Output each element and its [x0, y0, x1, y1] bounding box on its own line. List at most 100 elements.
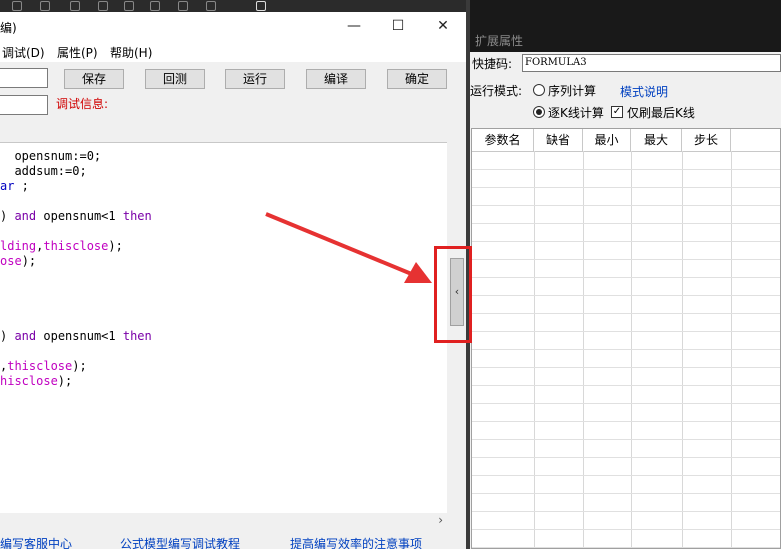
toolbar-icon[interactable]	[256, 1, 266, 11]
grid-column-line	[682, 151, 683, 548]
bar-calc-radio[interactable]	[533, 106, 545, 118]
grid-row-line	[472, 547, 780, 548]
grid-row-line	[472, 529, 780, 530]
grid-row-line	[472, 367, 780, 368]
code-token: then	[122, 209, 152, 223]
last-bar-only-label: 仅刷最后K线	[627, 106, 695, 120]
save-button[interactable]: 保存	[64, 69, 124, 89]
last-bar-only-checkbox[interactable]: ✓	[611, 106, 623, 118]
grid-row-line	[472, 259, 780, 260]
service-center-link[interactable]: 编写客服中心	[0, 537, 72, 549]
toolbar-icon[interactable]	[98, 1, 108, 11]
grid-header: 参数名 缺省 最小 最大 步长	[472, 129, 780, 152]
grid-column-line	[631, 151, 632, 548]
toolbar-icon[interactable]	[178, 1, 188, 11]
window-title: 编)	[0, 21, 17, 35]
code-line: ose);	[0, 254, 36, 268]
toolbar-icon[interactable]	[124, 1, 134, 11]
code-token: )	[0, 329, 15, 343]
confirm-button[interactable]: 确定	[387, 69, 447, 89]
tutorial-link[interactable]: 公式模型编写调试教程	[120, 537, 240, 549]
help-links: 编写客服中心 公式模型编写调试教程 提高编写效率的注意事项	[0, 537, 466, 549]
compile-button[interactable]: 编译	[306, 69, 366, 89]
code-token: ;	[14, 179, 29, 193]
grid-row-line	[472, 223, 780, 224]
maximize-icon[interactable]: ☐	[384, 16, 412, 36]
code-token: );	[57, 374, 73, 388]
header-min: 最小	[583, 129, 631, 151]
code-line: hisclose);	[0, 374, 72, 388]
code-token: opensnum:=0;	[0, 149, 102, 163]
grid-row-line	[472, 385, 780, 386]
code-line: ar ;	[0, 179, 29, 193]
code-token: lding	[0, 239, 37, 253]
code-line: ,thisclose);	[0, 359, 87, 373]
code-token: opensnum<1	[36, 329, 123, 343]
toolbar-icon[interactable]	[40, 1, 50, 11]
parameter-grid[interactable]: 参数名 缺省 最小 最大 步长	[471, 128, 781, 549]
backtest-button[interactable]: 回测	[145, 69, 205, 89]
code-token: thisclose	[7, 359, 73, 373]
run-mode-label: 运行模式:	[470, 84, 523, 98]
description-input[interactable]	[0, 95, 48, 115]
toolbar-icon[interactable]	[70, 1, 80, 11]
run-button[interactable]: 运行	[225, 69, 285, 89]
grid-row-line	[472, 349, 780, 350]
minimize-icon[interactable]: —	[340, 16, 368, 36]
toolbar-icon[interactable]	[12, 1, 22, 11]
debug-info-label: 调试信息:	[56, 97, 109, 111]
shortcut-label: 快捷码:	[472, 57, 513, 71]
menu-help[interactable]: 帮助(H)	[110, 44, 152, 61]
code-token: );	[21, 254, 37, 268]
menu-properties[interactable]: 属性(P)	[57, 44, 98, 61]
shortcut-code-input[interactable]: FORMULA3	[522, 54, 781, 72]
code-token: thisclose	[43, 239, 109, 253]
header-step: 步长	[682, 129, 731, 151]
grid-row-line	[472, 493, 780, 494]
grid-row-line	[472, 421, 780, 422]
highlight-box	[434, 246, 472, 343]
grid-row-line	[472, 187, 780, 188]
code-editor[interactable]: opensnum:=0; addsum:=0; ar ;) and opensnu…	[0, 142, 447, 514]
series-calc-radio[interactable]	[533, 84, 545, 96]
menu-bar: 调试(D) 属性(P) 帮助(H)	[0, 40, 466, 62]
title-bar: 编) — ☐ ✕	[0, 12, 466, 40]
panel-title: 扩展属性	[475, 34, 524, 48]
grid-row-line	[472, 277, 780, 278]
code-line: addsum:=0;	[0, 164, 87, 178]
code-token: then	[122, 329, 152, 343]
grid-row-line	[472, 457, 780, 458]
scroll-right-icon[interactable]: ›	[438, 513, 443, 527]
name-input[interactable]	[0, 68, 48, 88]
close-icon[interactable]: ✕	[429, 16, 457, 36]
code-line: lding,thisclose);	[0, 239, 123, 253]
menu-debug[interactable]: 调试(D)	[2, 44, 45, 61]
header-max: 最大	[631, 129, 682, 151]
toolbar-icon[interactable]	[150, 1, 160, 11]
code-token: );	[72, 359, 87, 373]
grid-row-line	[472, 511, 780, 512]
grid-column-line	[583, 151, 584, 548]
code-token: )	[0, 209, 15, 223]
bar-calc-label: 逐K线计算	[548, 106, 604, 120]
series-calc-label: 序列计算	[548, 84, 597, 98]
grid-row-line	[472, 295, 780, 296]
code-token: );	[108, 239, 123, 253]
mode-help-link[interactable]: 模式说明	[620, 83, 668, 100]
grid-row-line	[472, 439, 780, 440]
grid-row-line	[472, 169, 780, 170]
grid-row-line	[472, 205, 780, 206]
toolbar-icon[interactable]	[206, 1, 216, 11]
code-token: addsum:=0;	[0, 164, 87, 178]
code-token: ar	[0, 179, 15, 193]
grid-row-line	[472, 403, 780, 404]
code-token: and	[14, 329, 37, 343]
header-default: 缺省	[534, 129, 583, 151]
horizontal-scrollbar[interactable]: ›	[0, 513, 447, 530]
grid-row-line	[472, 331, 780, 332]
efficiency-tips-link[interactable]: 提高编写效率的注意事项	[290, 537, 422, 549]
code-token: hisclose	[0, 374, 58, 388]
header-param-name: 参数名	[472, 129, 534, 151]
formula-editor-window: 编) — ☐ ✕ 调试(D) 属性(P) 帮助(H) 保存 回测 运行 编译 确…	[0, 12, 466, 549]
grid-row-line	[472, 241, 780, 242]
